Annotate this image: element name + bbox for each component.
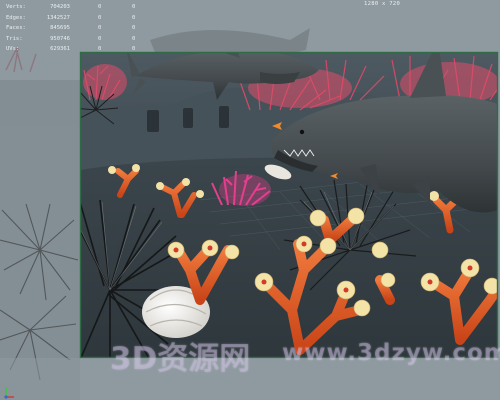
- stat-value: 950746: [50, 35, 70, 42]
- stat-value-2: 0: [98, 14, 102, 21]
- stat-value-2: 0: [98, 25, 102, 32]
- stat-label: Verts:: [6, 4, 26, 10]
- watermark-url: www.3dzyw.com: [282, 340, 500, 366]
- resolution-gate-label: 1280 x 720: [364, 1, 401, 7]
- render-gate-scene: [80, 52, 498, 358]
- stat-value-2: 0: [98, 4, 102, 10]
- stat-label: UVs:: [6, 46, 20, 53]
- stat-value: 629361: [50, 46, 70, 53]
- stat-value-3: 0: [132, 4, 136, 10]
- stat-value-2: 0: [98, 46, 102, 53]
- stat-value-3: 0: [132, 14, 136, 21]
- stat-row-tris: Tris: 950746 0 0: [6, 34, 146, 45]
- stat-row-edges: Edges: 1342527 0 0: [6, 13, 146, 24]
- stat-value: 1342527: [46, 14, 70, 21]
- stat-label: Edges:: [6, 14, 26, 21]
- stat-value-3: 0: [132, 46, 136, 53]
- stat-row-uvs: UVs: 629361 0 0: [6, 44, 146, 55]
- stat-label: Faces:: [6, 25, 26, 32]
- stat-row-verts: Verts: 704203 0 0: [6, 2, 146, 13]
- stat-value-3: 0: [132, 35, 136, 42]
- stat-label: Tris:: [6, 35, 23, 42]
- stat-value-2: 0: [98, 35, 102, 42]
- stat-row-faces: Faces: 845695 0 0: [6, 23, 146, 34]
- watermark-chinese: 3D资源网: [110, 341, 251, 377]
- axis-indicator-icon: [4, 387, 14, 399]
- poly-count-hud: Verts: 704203 0 0 Edges: 1342527 0 0 Fac…: [6, 2, 146, 55]
- stat-value: 845695: [50, 25, 70, 32]
- stat-value-3: 0: [132, 25, 136, 32]
- stat-value: 704203: [50, 4, 70, 10]
